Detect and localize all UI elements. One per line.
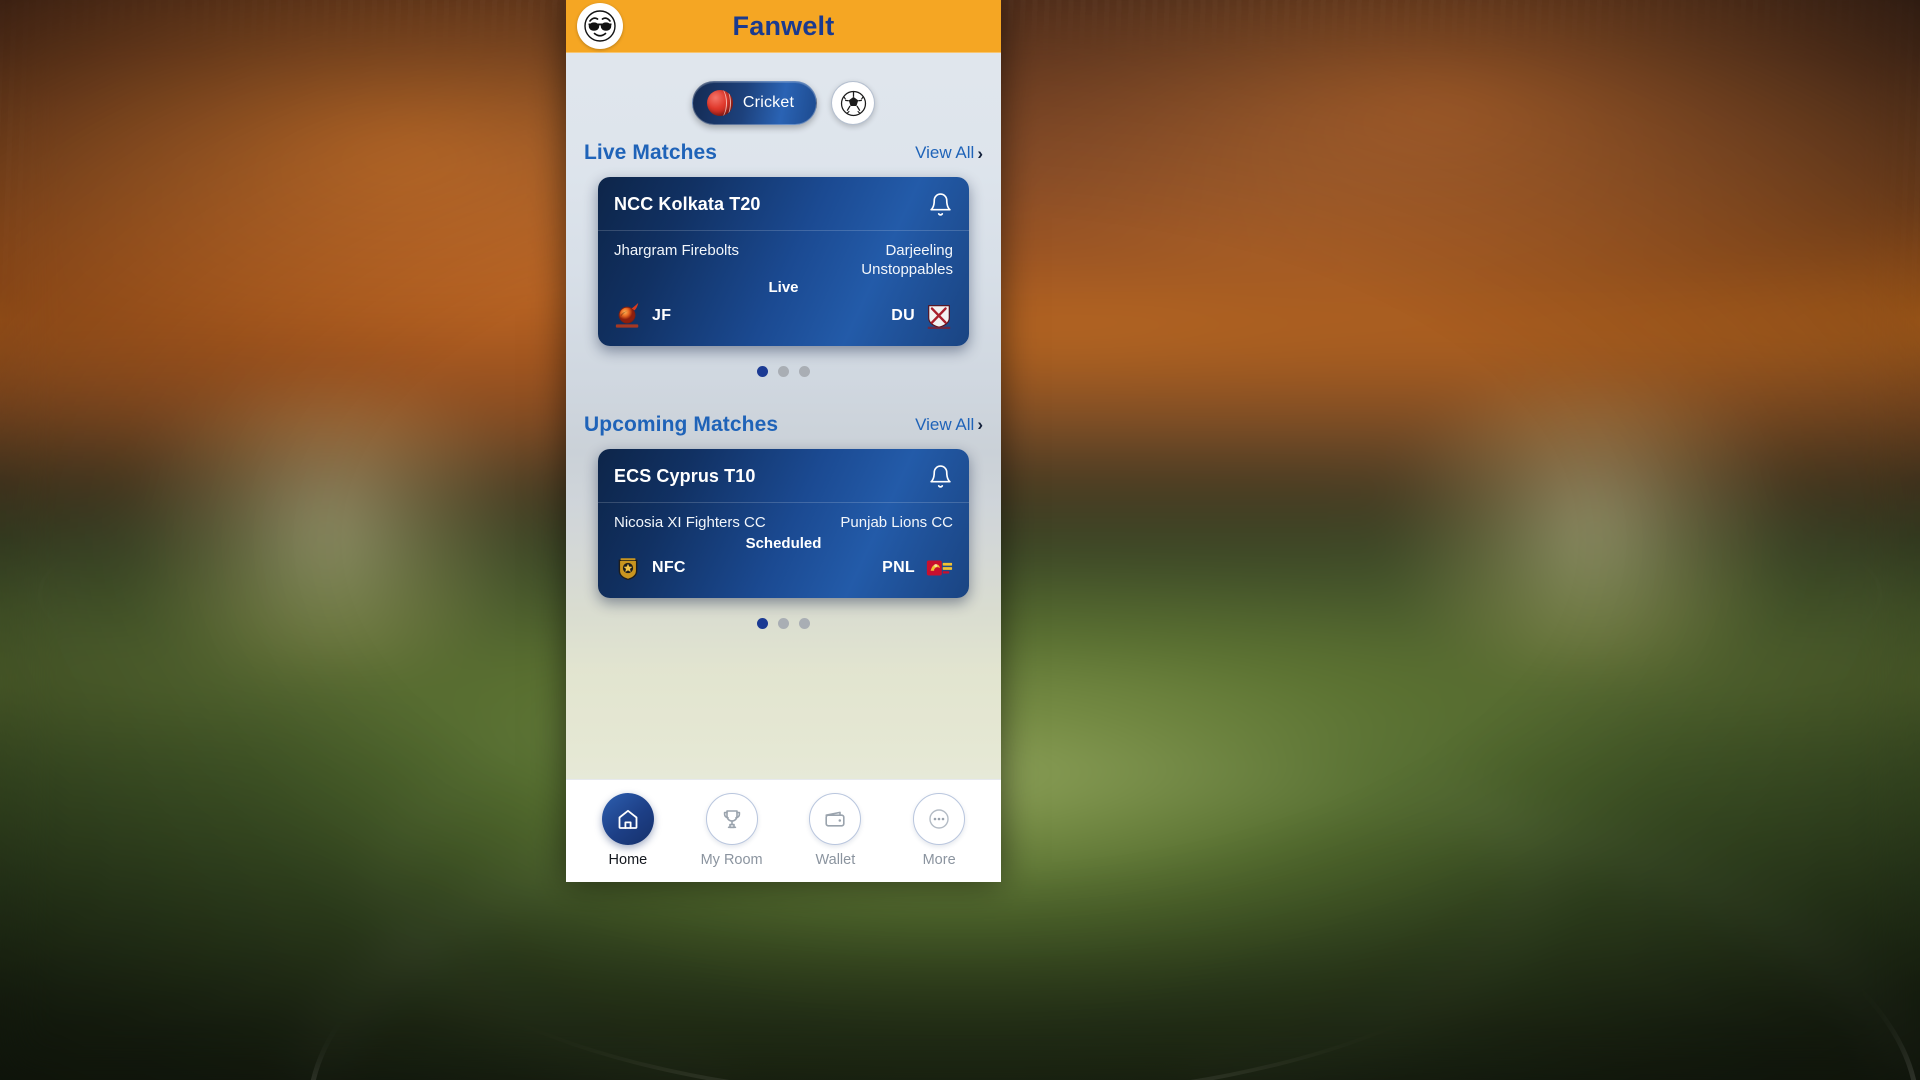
upcoming-home-side: NFC (614, 554, 686, 582)
carousel-dot[interactable] (778, 365, 789, 377)
section-header-upcoming: Upcoming Matches View All › (566, 403, 1001, 445)
league-name-upcoming: ECS Cyprus T10 (614, 465, 756, 486)
nav-item-wallet-label: Wallet (815, 852, 856, 868)
soccer-ball-icon (840, 90, 866, 116)
live-team-names: Jhargram Firebolts Darjeeling Unstoppabl… (614, 242, 953, 280)
section-title-live: Live Matches (584, 141, 718, 164)
section-title-upcoming: Upcoming Matches (584, 412, 779, 436)
nav-item-more-label: More (922, 852, 956, 868)
live-away-team-name: Darjeeling Unstoppables (861, 242, 953, 278)
carousel-dot[interactable] (757, 618, 768, 630)
bell-icon[interactable] (928, 464, 953, 489)
sunglasses-face-logo[interactable] (577, 3, 623, 49)
mobile-app-viewport: Fanwelt Cricket Live Matches View All › … (566, 0, 1001, 882)
carousel-dot[interactable] (799, 618, 810, 630)
upcoming-team-names: Nicosia XI Fighters CC Punjab Lions CC (614, 514, 953, 533)
bell-icon[interactable] (928, 192, 953, 217)
match-card-live-body: Jhargram Firebolts Darjeeling Unstoppabl… (598, 231, 969, 346)
ellipsis-icon (913, 793, 966, 845)
nav-item-home[interactable]: Home (588, 793, 668, 868)
wallet-icon (809, 793, 862, 845)
sport-tab-football[interactable] (831, 81, 876, 125)
view-all-upcoming-label: View All (915, 414, 975, 434)
nav-item-my-room-label: My Room (700, 852, 763, 868)
live-match-carousel: NCC Kolkata T20 Jhargram Firebolts Darje… (566, 173, 1001, 346)
match-card-live-header: NCC Kolkata T20 (598, 177, 969, 231)
nav-item-wallet[interactable]: Wallet (795, 793, 875, 868)
app-scroll-area[interactable]: Cricket Live Matches View All › NCC Kolk… (566, 53, 1001, 779)
live-home-abbr: JF (652, 306, 672, 324)
carousel-dot[interactable] (799, 365, 810, 377)
live-away-abbr: DU (891, 306, 915, 324)
upcoming-match-carousel: ECS Cyprus T10 Nicosia XI Fighters CC Pu… (566, 445, 1001, 599)
live-abbr-row: JF DU (614, 302, 953, 330)
live-home-team-name: Jhargram Firebolts (614, 242, 740, 259)
firebolts-flaming-ball-logo (614, 302, 642, 330)
upcoming-carousel-dots (566, 598, 1001, 639)
section-header-live: Live Matches View All › (566, 131, 1001, 173)
live-carousel-dots (566, 346, 1001, 387)
upcoming-match-status: Scheduled (745, 534, 822, 552)
upcoming-home-team-name: Nicosia XI Fighters CC (614, 513, 766, 531)
cricket-ball-icon (706, 90, 733, 116)
trophy-icon (705, 793, 758, 845)
sport-tab-cricket[interactable]: Cricket (691, 81, 818, 125)
match-card-upcoming[interactable]: ECS Cyprus T10 Nicosia XI Fighters CC Pu… (598, 448, 969, 599)
match-card-upcoming-body: Nicosia XI Fighters CC Punjab Lions CC S… (598, 503, 969, 599)
sport-selector: Cricket (566, 53, 1001, 131)
bottom-navigation-bar: Home My Room Wallet More (566, 779, 1001, 882)
upcoming-abbr-row: NFC PNL (614, 554, 953, 582)
chevron-right-icon: › (977, 415, 983, 434)
upcoming-away-side: PNL (882, 554, 953, 582)
nav-item-more[interactable]: More (899, 793, 979, 868)
unstoppables-shield-crest-logo (925, 302, 953, 330)
league-name-live: NCC Kolkata T20 (614, 194, 761, 214)
view-all-live-label: View All (915, 143, 975, 162)
upcoming-away-abbr: PNL (882, 559, 915, 577)
app-header: Fanwelt (566, 0, 1001, 53)
live-match-status: Live (768, 279, 799, 296)
upcoming-home-abbr: NFC (652, 559, 686, 577)
nav-item-home-label: Home (608, 852, 648, 868)
live-home-side: JF (614, 302, 671, 330)
chevron-right-icon: › (977, 143, 983, 163)
upcoming-away-team-name: Punjab Lions CC (840, 513, 953, 531)
view-all-upcoming-button[interactable]: View All › (915, 415, 983, 435)
carousel-dot[interactable] (757, 365, 768, 377)
match-card-live[interactable]: NCC Kolkata T20 Jhargram Firebolts Darje… (598, 177, 969, 346)
nav-item-my-room[interactable]: My Room (692, 793, 772, 868)
punjab-lions-logo (925, 554, 953, 582)
live-away-side: DU (891, 302, 953, 330)
home-icon (601, 793, 654, 845)
match-card-upcoming-header: ECS Cyprus T10 (598, 449, 969, 503)
page-title: Fanwelt (732, 10, 835, 41)
fighters-crest-logo (614, 554, 642, 582)
carousel-dot[interactable] (778, 618, 789, 630)
view-all-live-button[interactable]: View All › (915, 143, 983, 163)
sport-tab-cricket-label: Cricket (742, 94, 795, 111)
